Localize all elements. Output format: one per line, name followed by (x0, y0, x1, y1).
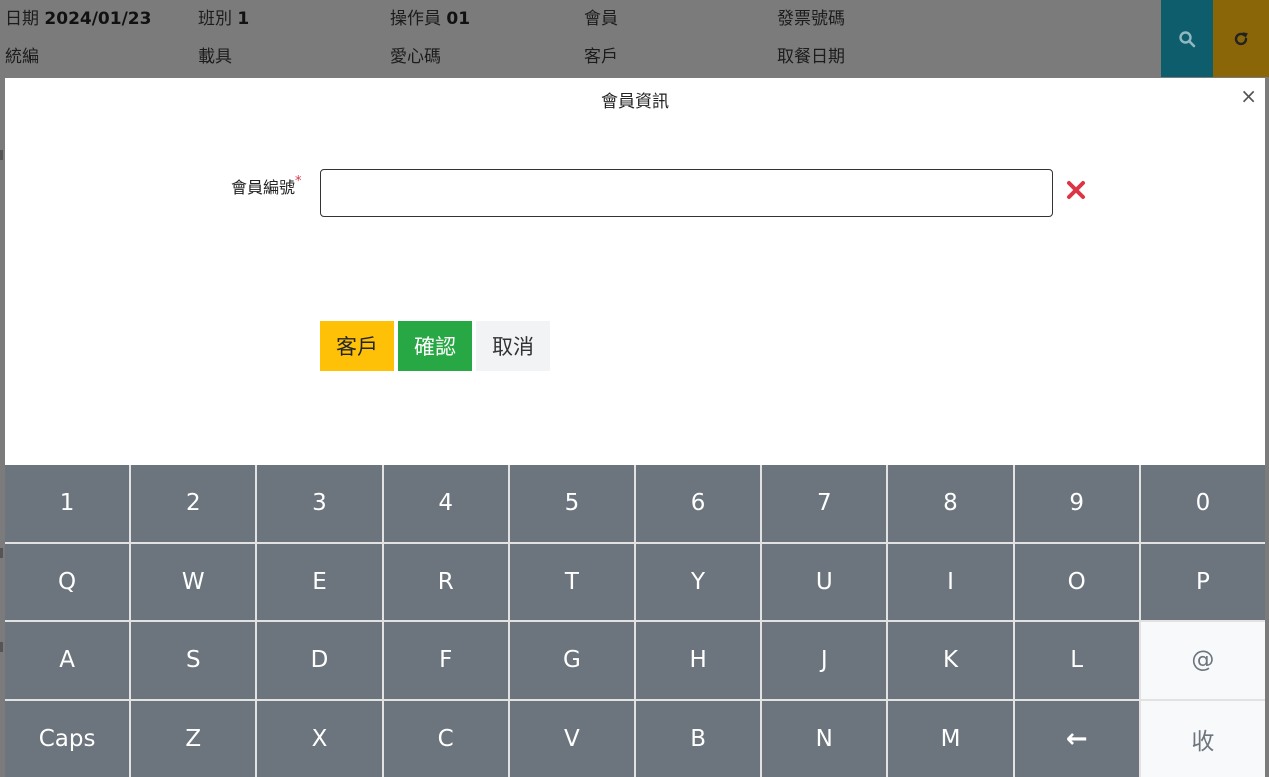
search-button[interactable] (1161, 0, 1213, 77)
member-no-input[interactable] (320, 169, 1053, 217)
key-1[interactable]: 1 (5, 465, 130, 542)
key-v[interactable]: V (509, 700, 634, 777)
edge-artifact (0, 548, 3, 558)
key-h[interactable]: H (635, 622, 761, 699)
required-mark: * (295, 174, 302, 189)
key-f[interactable]: F (383, 622, 508, 699)
shift-value: 1 (237, 9, 250, 29)
refresh-icon (1234, 31, 1248, 45)
key-5[interactable]: 5 (509, 465, 634, 542)
key-3[interactable]: 3 (257, 465, 382, 542)
key-4[interactable]: 4 (383, 465, 508, 542)
customer-button[interactable]: 客戶 (320, 321, 394, 371)
close-icon[interactable]: × (1240, 86, 1257, 106)
virtual-keyboard: 1 2 3 4 5 6 7 8 9 0 Q W E R T Y U I O P … (5, 465, 1265, 777)
key-0[interactable]: 0 (1140, 465, 1265, 542)
order-info-header: 日期 2024/01/23 班別 1 操作員 01 會員 發票號碼 統編 載具 … (0, 0, 1269, 78)
search-icon (1179, 30, 1196, 47)
key-l[interactable]: L (1014, 622, 1139, 699)
key-w[interactable]: W (131, 543, 256, 620)
invoice-label: 發票號碼 (777, 9, 845, 29)
refresh-button[interactable] (1213, 0, 1269, 77)
key-9[interactable]: 9 (1014, 465, 1139, 542)
key-e[interactable]: E (257, 543, 382, 620)
key-r[interactable]: R (383, 543, 508, 620)
backspace-arrow-icon: ← (1065, 723, 1088, 754)
key-c[interactable]: C (383, 700, 508, 777)
key-caps[interactable]: Caps (5, 700, 130, 777)
customer-label: 客戶 (584, 47, 618, 67)
key-k[interactable]: K (888, 622, 1013, 699)
cancel-button[interactable]: 取消 (476, 321, 550, 371)
date-value: 2024/01/23 (44, 9, 152, 29)
member-no-label-text: 會員編號 (231, 178, 296, 197)
shift-label: 班別 (198, 9, 232, 29)
operator-field: 操作員 01 (390, 4, 470, 29)
member-no-label: 會員編號* (231, 174, 302, 198)
key-s[interactable]: S (131, 622, 256, 699)
key-at[interactable]: @ (1140, 622, 1265, 699)
edge-artifact (0, 150, 3, 160)
key-x[interactable]: X (257, 700, 382, 777)
key-z[interactable]: Z (131, 700, 256, 777)
backspace-key[interactable]: ← (1014, 700, 1139, 777)
confirm-button[interactable]: 確認 (398, 321, 472, 371)
modal-title: 會員資訊 (601, 92, 669, 112)
pickup-date-label: 取餐日期 (777, 47, 845, 67)
key-o[interactable]: O (1014, 543, 1139, 620)
shift-field: 班別 1 (198, 4, 249, 29)
member-label: 會員 (584, 9, 618, 29)
carrier-label: 載具 (198, 47, 232, 67)
clear-input-icon[interactable] (1065, 179, 1087, 201)
key-b[interactable]: B (635, 700, 761, 777)
key-2[interactable]: 2 (131, 465, 256, 542)
key-n[interactable]: N (762, 700, 887, 777)
key-m[interactable]: M (888, 700, 1013, 777)
key-i[interactable]: I (888, 543, 1013, 620)
key-g[interactable]: G (509, 622, 634, 699)
donation-code-label: 愛心碼 (390, 47, 441, 67)
key-u[interactable]: U (762, 543, 887, 620)
key-p[interactable]: P (1140, 543, 1265, 620)
collapse-keyboard-key[interactable]: 收 (1140, 700, 1265, 777)
tax-id-label: 統編 (5, 47, 39, 67)
date-field: 日期 2024/01/23 (5, 4, 151, 29)
key-8[interactable]: 8 (888, 465, 1013, 542)
edge-artifact (0, 642, 3, 652)
key-q[interactable]: Q (5, 543, 130, 620)
date-label: 日期 (5, 9, 39, 29)
key-y[interactable]: Y (635, 543, 761, 620)
operator-label: 操作員 (390, 9, 441, 29)
member-info-modal: 會員資訊 × 會員編號* 客戶 確認 取消 1 2 3 4 5 6 7 8 9 … (5, 78, 1265, 777)
operator-value: 01 (446, 9, 471, 29)
key-7[interactable]: 7 (762, 465, 887, 542)
key-j[interactable]: J (762, 622, 887, 699)
key-a[interactable]: A (5, 622, 130, 699)
key-6[interactable]: 6 (635, 465, 761, 542)
key-d[interactable]: D (257, 622, 382, 699)
key-t[interactable]: T (509, 543, 634, 620)
